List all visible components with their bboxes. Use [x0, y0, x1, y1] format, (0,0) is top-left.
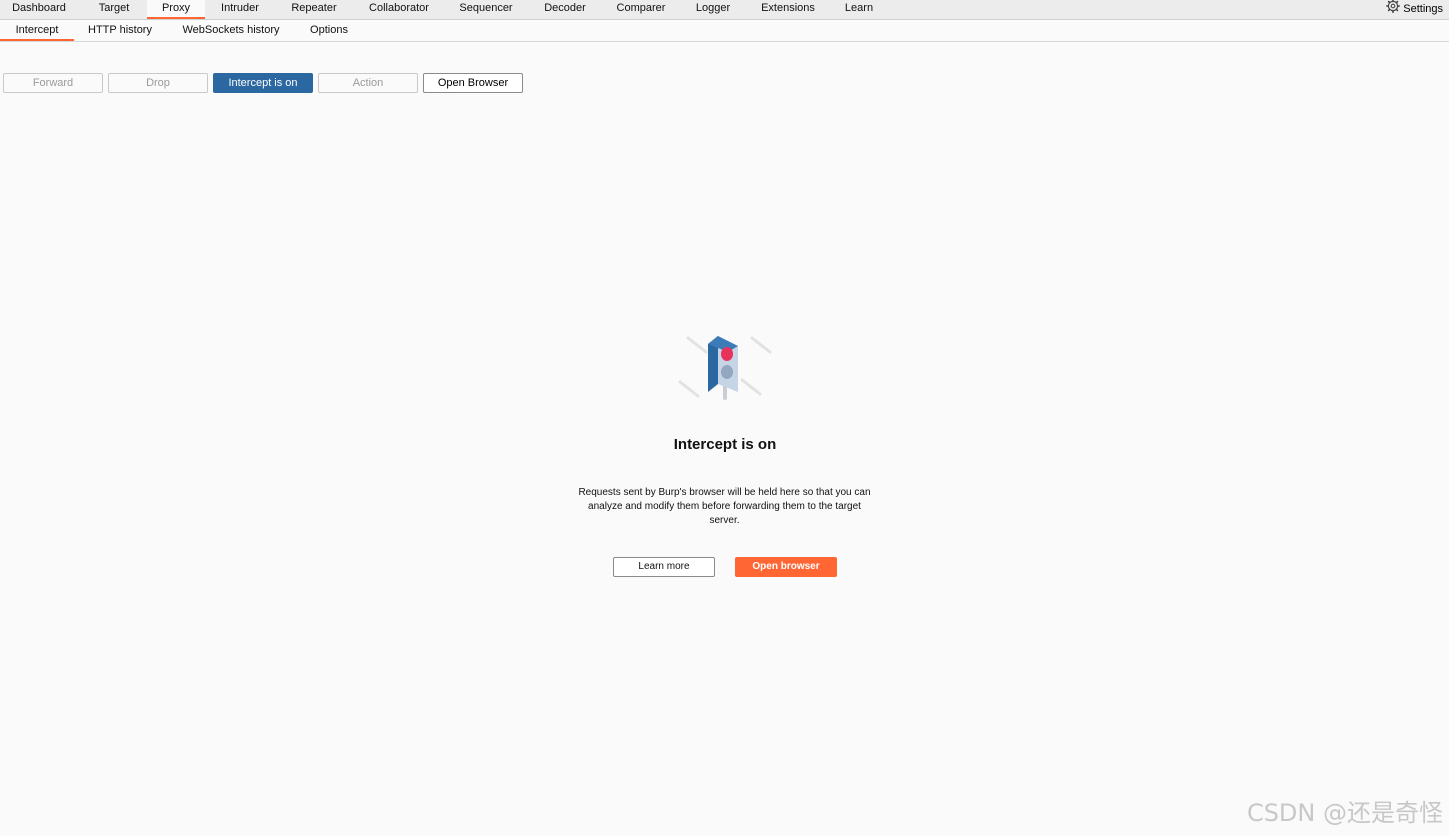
settings-button[interactable]: Settings: [1386, 0, 1443, 17]
empty-state-title: Intercept is on: [673, 436, 777, 453]
tab-intercept[interactable]: Intercept: [0, 20, 74, 41]
tab-options[interactable]: Options: [298, 20, 360, 39]
tab-proxy[interactable]: Proxy: [147, 0, 205, 19]
drop-button[interactable]: Drop: [108, 73, 208, 93]
tab-http-history[interactable]: HTTP history: [80, 20, 160, 39]
top-nav-bar: Dashboard Target Proxy Intruder Repeater…: [0, 0, 1449, 20]
tab-collaborator[interactable]: Collaborator: [356, 0, 442, 17]
tab-websockets-history[interactable]: WebSockets history: [172, 20, 290, 39]
tab-dashboard[interactable]: Dashboard: [0, 0, 78, 17]
traffic-light-icon: [672, 330, 778, 404]
tab-extensions[interactable]: Extensions: [750, 0, 826, 17]
proxy-sub-tabs: Intercept HTTP history WebSockets histor…: [0, 20, 1449, 42]
intercept-toggle-button[interactable]: Intercept is on: [213, 73, 313, 93]
learn-more-button[interactable]: Learn more: [613, 557, 715, 577]
tab-repeater[interactable]: Repeater: [278, 0, 350, 17]
open-browser-button[interactable]: Open Browser: [423, 73, 523, 93]
forward-button[interactable]: Forward: [3, 73, 103, 93]
tab-logger[interactable]: Logger: [684, 0, 742, 17]
tab-learn[interactable]: Learn: [834, 0, 884, 17]
tab-comparer[interactable]: Comparer: [605, 0, 677, 17]
tab-target[interactable]: Target: [80, 0, 148, 17]
open-browser-cta-button[interactable]: Open browser: [735, 557, 837, 577]
settings-label: Settings: [1403, 2, 1443, 15]
watermark: CSDN @还是奇怪: [1246, 799, 1443, 827]
action-button[interactable]: Action: [318, 73, 418, 93]
gear-icon: [1386, 0, 1401, 18]
tab-sequencer[interactable]: Sequencer: [448, 0, 524, 17]
tab-intruder[interactable]: Intruder: [206, 0, 274, 17]
empty-state-description: Requests sent by Burp's browser will be …: [578, 487, 871, 526]
tab-decoder[interactable]: Decoder: [532, 0, 598, 17]
